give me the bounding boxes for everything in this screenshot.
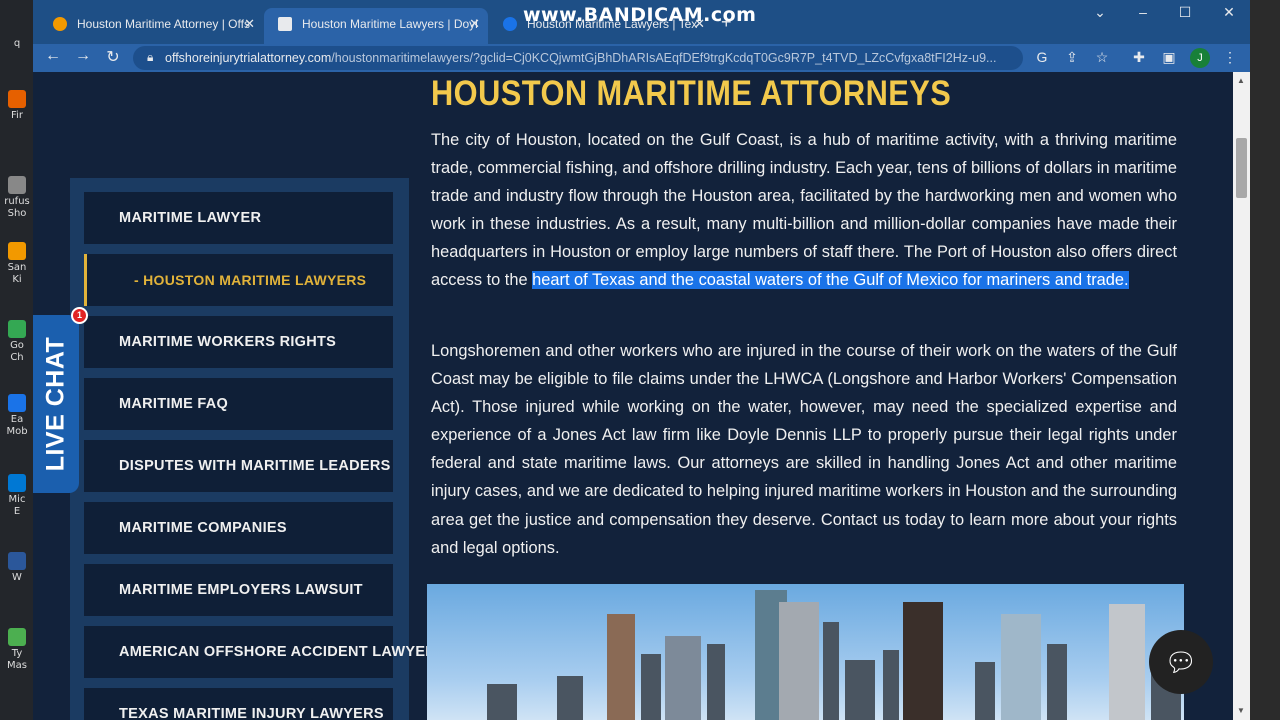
sidebar-item-maritime-lawyer[interactable]: MARITIME LAWYER xyxy=(84,192,393,244)
chat-bubble-button[interactable]: 💬︎ xyxy=(1149,630,1213,694)
app-icon xyxy=(8,394,26,412)
recording-watermark: www.BANDICAM.com xyxy=(523,4,757,26)
app-icon xyxy=(8,242,26,260)
word-icon xyxy=(8,552,26,570)
extensions-icon[interactable]: ✚ xyxy=(1129,49,1149,66)
sidebar-item-texas-injury[interactable]: TEXAS MARITIME INJURY LAWYERS xyxy=(84,688,393,720)
sidebar-item-employers-lawsuit[interactable]: MARITIME EMPLOYERS LAWSUIT xyxy=(84,564,393,616)
page-heading: HOUSTON MARITIME ATTORNEYS xyxy=(431,74,952,113)
url-text: offshoreinjurytrialattorney.com/houstonm… xyxy=(165,51,997,65)
edge-icon xyxy=(8,474,26,492)
browser-window: Houston Maritime Attorney | Offs ✕ Houst… xyxy=(33,0,1250,720)
desktop-icon[interactable]: Ty Mas xyxy=(4,628,30,672)
houston-skyline-image xyxy=(427,584,1184,720)
sidebar-item-workers-rights[interactable]: MARITIME WORKERS RIGHTS xyxy=(84,316,393,368)
menu-icon[interactable]: ⋮ xyxy=(1220,49,1240,66)
body-paragraph: Longshoremen and other workers who are i… xyxy=(431,342,1177,557)
desktop-icon[interactable]: q xyxy=(4,38,30,50)
sidebar-item-companies[interactable]: MARITIME COMPANIES xyxy=(84,502,393,554)
desktop-icon[interactable]: W xyxy=(4,552,30,584)
web-page: HOUSTON MARITIME ATTORNEYS The city of H… xyxy=(33,72,1233,720)
share-icon[interactable]: ⇪ xyxy=(1062,49,1082,66)
tab-doyle[interactable]: Houston Maritime Lawyers | Doyl ✕ xyxy=(264,8,488,44)
google-icon[interactable]: G xyxy=(1032,49,1052,65)
firefox-icon xyxy=(8,90,26,108)
site-favicon-icon xyxy=(503,17,517,31)
sidebar-item-offshore-accident[interactable]: AMERICAN OFFSHORE ACCIDENT LAWYERS xyxy=(84,626,446,678)
forward-button[interactable]: → xyxy=(71,47,95,65)
bookmark-star-icon[interactable]: ☆ xyxy=(1092,49,1112,66)
sidebar-item-houston-maritime-lawyers[interactable]: - HOUSTON MARITIME LAWYERS xyxy=(84,254,393,306)
page-scrollbar[interactable]: ▲ ▼ xyxy=(1233,72,1250,720)
notification-badge: 1 xyxy=(71,307,88,324)
skyline-illustration xyxy=(487,590,1181,720)
sidebar-menu: MARITIME LAWYER - HOUSTON MARITIME LAWYE… xyxy=(70,178,446,720)
tab-search-icon[interactable]: ⌄ xyxy=(1080,4,1120,21)
close-tab-icon[interactable]: ✕ xyxy=(244,8,255,40)
close-tab-icon[interactable]: ✕ xyxy=(469,8,480,40)
desktop-icon[interactable]: Mic E xyxy=(4,474,30,518)
selected-text: heart of Texas and the coastal waters of… xyxy=(532,271,1129,290)
sidebar-item-faq[interactable]: MARITIME FAQ xyxy=(84,378,393,430)
profile-avatar[interactable]: J xyxy=(1190,48,1210,68)
desktop-icon[interactable]: San Ki xyxy=(4,242,30,286)
desktop-icon[interactable]: Fir xyxy=(4,90,30,122)
chrome-icon xyxy=(8,320,26,338)
address-bar[interactable]: 🔒︎ offshoreinjurytrialattorney.com/houst… xyxy=(133,46,1023,70)
scroll-up-icon[interactable]: ▲ xyxy=(1237,76,1245,85)
site-favicon-icon xyxy=(278,17,292,31)
live-chat-tab[interactable]: LIVE CHAT xyxy=(33,315,79,493)
site-favicon-icon xyxy=(53,17,67,31)
scroll-down-icon[interactable]: ▼ xyxy=(1237,706,1245,715)
reload-button[interactable]: ↻ xyxy=(101,47,125,67)
usb-icon xyxy=(8,176,26,194)
chat-icon: 💬︎ xyxy=(1164,647,1198,677)
maximize-button[interactable]: ☐ xyxy=(1165,4,1205,21)
desktop-icon[interactable]: rufus Sho xyxy=(4,176,30,220)
intro-paragraph: The city of Houston, located on the Gulf… xyxy=(431,131,1177,290)
close-window-button[interactable]: ✕ xyxy=(1209,4,1249,21)
sidebar-item-disputes[interactable]: DISPUTES WITH MARITIME LEADERS xyxy=(84,440,393,492)
back-button[interactable]: ← xyxy=(41,47,65,65)
tab-offshore[interactable]: Houston Maritime Attorney | Offs ✕ xyxy=(39,8,263,44)
scrollbar-thumb[interactable] xyxy=(1236,138,1247,198)
navigation-bar: ← → ↻ 🔒︎ offshoreinjurytrialattorney.com… xyxy=(33,44,1250,72)
lock-icon[interactable]: 🔒︎ xyxy=(147,50,153,65)
desktop-icon[interactable]: Ea Mob xyxy=(4,394,30,438)
side-panel-icon[interactable]: ▣ xyxy=(1159,49,1179,66)
minimize-button[interactable]: – xyxy=(1123,4,1163,20)
app-icon xyxy=(8,628,26,646)
desktop-icons-left: q Fir rufus Sho San Ki Go Ch Ea Mob Mic … xyxy=(0,0,33,720)
desktop-right-edge xyxy=(1250,0,1280,720)
desktop-icon[interactable]: Go Ch xyxy=(4,320,30,364)
